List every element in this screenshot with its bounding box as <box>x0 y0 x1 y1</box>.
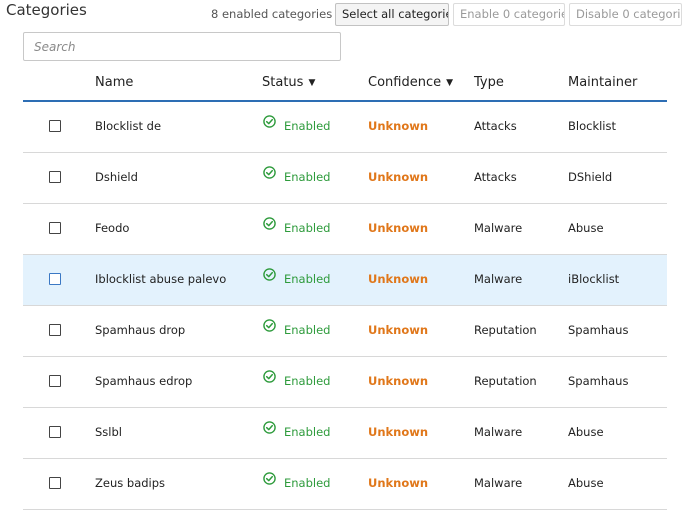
confidence-label: Unknown <box>368 272 429 286</box>
confidence-label: Unknown <box>368 374 429 388</box>
row-checkbox[interactable] <box>49 171 61 183</box>
status-label: Enabled <box>284 221 331 235</box>
row-checkbox[interactable] <box>49 273 61 285</box>
status-label: Enabled <box>284 374 331 388</box>
category-name: Sslbl <box>95 425 122 439</box>
type-label: Attacks <box>474 119 517 133</box>
confidence-label: Unknown <box>368 476 429 490</box>
category-name: Iblocklist abuse palevo <box>95 272 227 286</box>
select-all-button[interactable]: Select all categories <box>335 3 449 26</box>
status-label: Enabled <box>284 323 331 337</box>
check-circle-icon <box>263 319 276 332</box>
type-label: Malware <box>474 425 523 439</box>
table-row[interactable]: Iblocklist abuse palevo Enabled Unknown Mal… <box>23 255 667 306</box>
column-header-maintainer[interactable]: Maintainer <box>568 75 637 90</box>
status-label: Enabled <box>284 476 331 490</box>
status-label: Enabled <box>284 170 331 184</box>
maintainer-label: Abuse <box>568 425 604 439</box>
category-name: Zeus badips <box>95 476 166 490</box>
confidence-label: Unknown <box>368 119 429 133</box>
row-checkbox[interactable] <box>49 477 61 489</box>
table-row[interactable]: Sslbl Enabled Unknown Malware Abuse <box>23 408 667 459</box>
maintainer-label: Spamhaus <box>568 323 629 337</box>
confidence-label: Unknown <box>368 323 429 337</box>
table-row[interactable]: Spamhaus edrop Enabled Unknown Reputation Sp… <box>23 357 667 408</box>
enabled-count: 8 enabled categories <box>211 7 333 21</box>
categories-table: Name Status ▼ Confidence ▼ Type Maintainer… <box>23 67 667 510</box>
status-label: Enabled <box>284 425 331 439</box>
page-title: Categories <box>6 1 87 19</box>
search-input[interactable] <box>23 32 341 61</box>
check-circle-icon <box>263 268 276 281</box>
column-header-name[interactable]: Name <box>95 75 133 90</box>
row-checkbox[interactable] <box>49 426 61 438</box>
table-row[interactable]: Dshield Enabled Unknown Attacks DShield <box>23 153 667 204</box>
table-row[interactable]: Zeus badips Enabled Unknown Malware Abuse <box>23 459 667 510</box>
maintainer-label: Abuse <box>568 221 604 235</box>
disable-button[interactable]: Disable 0 categories <box>569 3 682 26</box>
confidence-label: Unknown <box>368 221 429 235</box>
column-header-confidence[interactable]: Confidence ▼ <box>368 75 453 90</box>
type-label: Malware <box>474 476 523 490</box>
category-name: Blocklist de <box>95 119 162 133</box>
caret-down-icon: ▼ <box>446 78 454 88</box>
check-circle-icon <box>263 370 276 383</box>
check-circle-icon <box>263 166 276 179</box>
column-header-status[interactable]: Status ▼ <box>262 75 315 90</box>
maintainer-label: Abuse <box>568 476 604 490</box>
table-row[interactable]: Blocklist de Enabled Unknown Attacks Blockli… <box>23 102 667 153</box>
row-checkbox[interactable] <box>49 222 61 234</box>
check-circle-icon <box>263 115 276 128</box>
maintainer-label: iBlocklist <box>568 272 620 286</box>
status-label: Enabled <box>284 119 331 133</box>
check-circle-icon <box>263 421 276 434</box>
type-label: Attacks <box>474 170 517 184</box>
table-header: Name Status ▼ Confidence ▼ Type Maintainer <box>23 67 667 102</box>
table-body: Blocklist de Enabled Unknown Attacks Blockli… <box>23 102 667 510</box>
row-checkbox[interactable] <box>49 120 61 132</box>
maintainer-label: Blocklist <box>568 119 616 133</box>
check-circle-icon <box>263 217 276 230</box>
column-header-type[interactable]: Type <box>474 75 504 90</box>
status-label: Enabled <box>284 272 331 286</box>
type-label: Malware <box>474 221 523 235</box>
row-checkbox[interactable] <box>49 375 61 387</box>
caret-down-icon: ▼ <box>308 78 316 88</box>
table-row[interactable]: Feodo Enabled Unknown Malware Abuse <box>23 204 667 255</box>
maintainer-label: Spamhaus <box>568 374 629 388</box>
category-name: Spamhaus edrop <box>95 374 193 388</box>
type-label: Malware <box>474 272 523 286</box>
enable-button[interactable]: Enable 0 categories <box>453 3 565 26</box>
check-circle-icon <box>263 472 276 485</box>
type-label: Reputation <box>474 374 537 388</box>
maintainer-label: DShield <box>568 170 613 184</box>
category-name: Spamhaus drop <box>95 323 186 337</box>
confidence-label: Unknown <box>368 170 429 184</box>
row-checkbox[interactable] <box>49 324 61 336</box>
table-row[interactable]: Spamhaus drop Enabled Unknown Reputation Spa… <box>23 306 667 357</box>
category-name: Dshield <box>95 170 138 184</box>
category-name: Feodo <box>95 221 130 235</box>
type-label: Reputation <box>474 323 537 337</box>
confidence-label: Unknown <box>368 425 429 439</box>
